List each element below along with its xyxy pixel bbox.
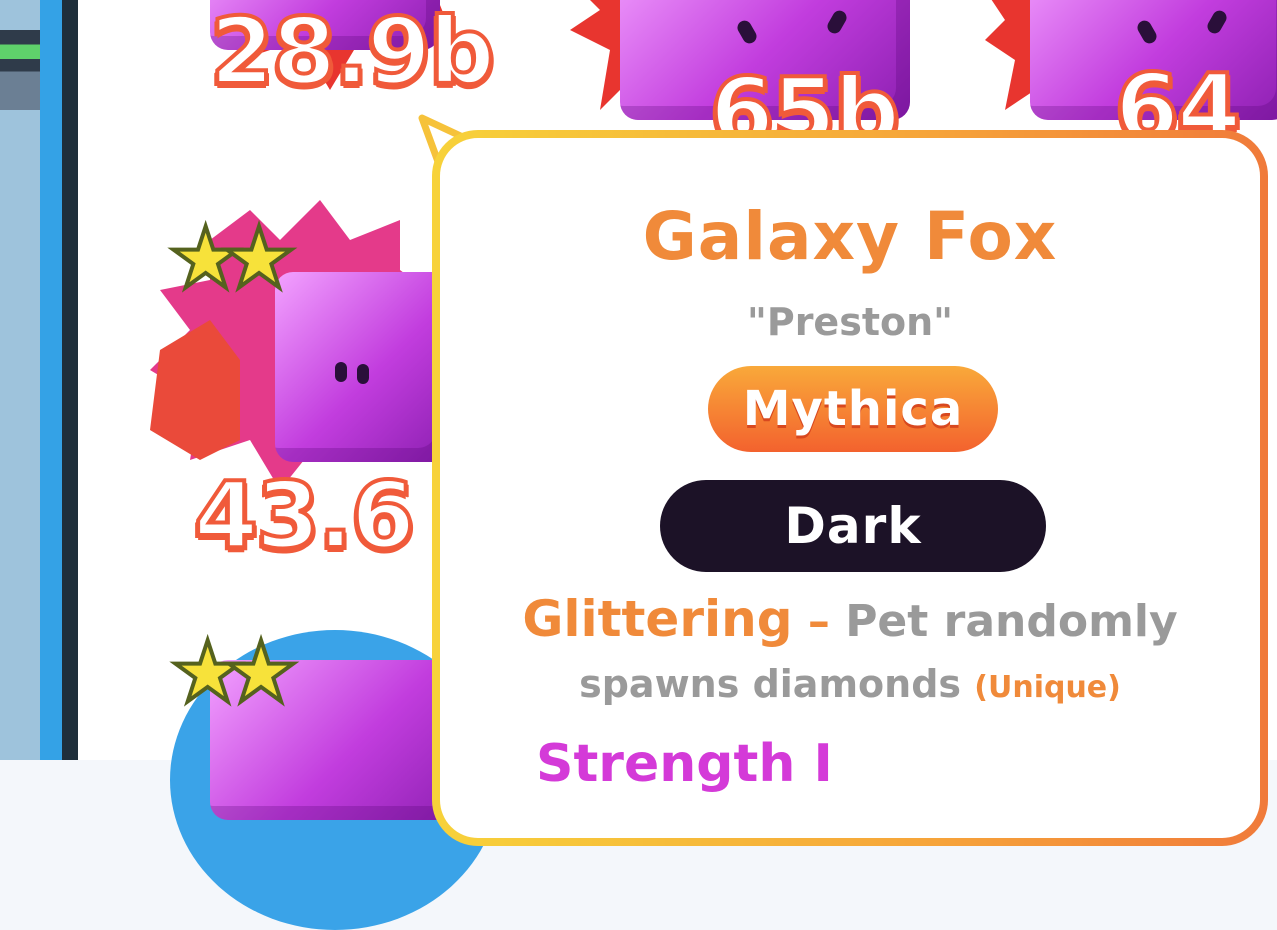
- pet-eye: [357, 364, 369, 384]
- pet-eye: [734, 18, 760, 46]
- pet-star-rating: ★ ★: [168, 628, 301, 716]
- pet-amount: 43.6: [192, 462, 417, 569]
- pet-amount: 28.9b: [208, 0, 497, 105]
- pet-star-rating: ★ ★: [166, 214, 299, 302]
- pet-card-5[interactable]: ★ ★: [160, 600, 500, 930]
- ability-line-1: Glittering – Pet randomly: [440, 590, 1260, 648]
- pet-eye: [335, 362, 347, 382]
- inventory-frame-border: [62, 0, 78, 760]
- pet-cube-icon: [275, 272, 450, 462]
- side-toolbar-stripe: [0, 30, 40, 110]
- ability-unique-tag: (Unique): [974, 670, 1121, 705]
- pet-eye: [1204, 8, 1230, 36]
- star-icon: ★: [219, 209, 298, 307]
- side-scroll-track: [40, 0, 62, 760]
- pet-name: Galaxy Fox: [642, 198, 1058, 275]
- pet-info-tooltip: Galaxy Fox "Preston" Mythica Dark Glitte…: [432, 130, 1268, 846]
- ability-2-name: Strength I: [536, 734, 833, 794]
- ability-dash: –: [807, 596, 830, 647]
- pet-eye: [1134, 18, 1160, 46]
- ability-description-cont: spawns diamonds: [579, 662, 962, 706]
- left-window-edge: [0, 0, 40, 760]
- ability-description: Pet randomly: [845, 596, 1178, 647]
- pet-nickname: "Preston": [747, 300, 953, 344]
- pet-card-4[interactable]: ★ ★ 43.6: [150, 200, 450, 600]
- ability-name: Glittering: [522, 590, 793, 648]
- pet-eye: [824, 8, 850, 36]
- ability-2-line: Strength I: [536, 734, 853, 794]
- rarity-badge: Mythica: [708, 366, 998, 452]
- star-icon: ★: [221, 623, 300, 721]
- variant-badge: Dark: [660, 480, 1046, 572]
- ability-line-2: spawns diamonds (Unique): [440, 662, 1260, 706]
